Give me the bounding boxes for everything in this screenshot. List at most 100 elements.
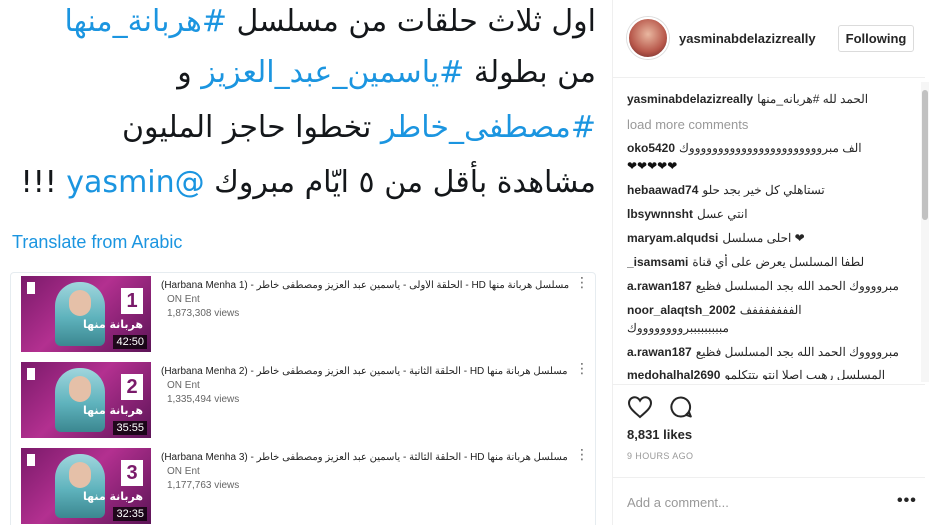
video-title[interactable]: (Harbana Menha 3) - الحلقة الثالثة - ياس… [161,452,581,463]
video-duration: 32:35 [113,507,147,521]
thumbnail-caption: هربانة منها [82,404,143,417]
comment-text: الفففففففف [739,303,802,317]
post-timestamp: 9 HOURS AGO [627,451,694,461]
tweet-hashtag[interactable]: #ياسمين_عبد_العزيز [201,55,464,90]
comment-text: مبببببببببرووووووووك [627,321,729,335]
episode-number: 3 [121,460,143,486]
tweet-text-segment: !!! [20,165,67,200]
more-vert-icon[interactable]: ⋮ [575,276,589,290]
comment-row: maryam.alqudsi احلى مسلسل ❤ [627,230,917,246]
comment-username[interactable]: a.rawan187 [627,345,692,359]
video-views: 1,335,494 views [167,394,240,405]
comment-username[interactable]: noor_alaqtsh_2002 [627,303,736,317]
channel-logo-icon [27,454,35,466]
episode-number: 1 [121,288,143,314]
translate-link[interactable]: Translate from Arabic [12,232,182,253]
video-thumbnail[interactable]: 1 هربانة منها 42:50 [21,276,151,352]
comment-row: medohalhal2690 المسلسل رهيب اصلا انتو بتت… [627,367,917,380]
more-vert-icon[interactable]: ⋮ [575,362,589,376]
comment-text: تستاهلي كل خير بجد حلو [702,183,825,197]
tweet-line-3: #مصطفى_خاطر تخطوا حاجز المليون [122,108,596,148]
load-more-comments[interactable]: load more comments [627,117,748,132]
scrollbar-thumb[interactable] [922,90,928,220]
comment-text: احلى مسلسل ❤ [722,231,805,245]
comment-text: انتي عسل [697,207,748,221]
heart-icon[interactable] [627,395,653,419]
thumbnail-face [69,290,91,316]
comment-row: noor_alaqtsh_2002 الفففففففف [627,302,917,318]
tweet-text-segment: اول ثلاث حلقات من مسلسل [227,4,596,39]
comment-username[interactable]: hebaawad74 [627,183,698,197]
tweet-text-segment: مشاهدة بأقل من ٥ ايّام مبروك [204,165,596,200]
video-duration: 42:50 [113,335,147,349]
thumbnail-face [69,376,91,402]
comment-username[interactable]: a.rawan187 [627,279,692,293]
video-thumbnail[interactable]: 2 هربانة منها 35:55 [21,362,151,438]
instagram-post-view: اول ثلاث حلقات من مسلسل #هربانة_منها من … [0,0,937,525]
comment-text: مبرووووك الحمد الله بجد المسلسل فظيع [695,279,899,293]
post-header: yasminabdelazizreally Following [613,0,925,78]
episode-number: 2 [121,374,143,400]
video-thumbnail[interactable]: 3 هربانة منها 32:35 [21,448,151,524]
comment-row: مبببببببببرووووووووك [627,320,917,336]
tweet-hashtag[interactable]: #مصطفى_خاطر [381,110,596,145]
comment-row: hebaawad74 تستاهلي كل خير بجد حلو [627,182,917,198]
thumbnail-face [69,462,91,488]
likes-count[interactable]: 8,831 likes [627,427,692,442]
comment-username[interactable]: _isamsami [627,255,688,269]
comment-text: المسلسل رهيب اصلا انتو بتتكلمو [724,368,886,380]
comment-text: ❤❤❤❤❤ [627,159,678,173]
comment-row: _isamsami لطفا المسلسل يعرض على أي قناة [627,254,917,270]
comments-scrollbar[interactable] [921,82,929,382]
comment-text: الحمد لله #هربانه_منها [757,92,869,106]
comment-text: لطفا المسلسل يعرض على أي قناة [692,255,865,269]
comment-username[interactable]: yasminabdelazizreally [627,92,753,106]
comment-row: ❤❤❤❤❤ [627,158,917,174]
video-item[interactable]: 1 هربانة منها 42:50 (Harbana Menha 1) - … [21,276,591,352]
video-channel[interactable]: ON Ent [167,466,200,477]
tweet-text-segment: و [177,55,202,90]
channel-logo-icon [27,368,35,380]
comment-text: مبرووووك الحمد الله بجد المسلسل فظيع [695,345,899,359]
following-button[interactable]: Following [838,25,914,52]
add-comment-input[interactable] [627,490,867,514]
thumbnail-caption: هربانة منها [82,318,143,331]
video-item[interactable]: 3 هربانة منها 32:35 (Harbana Menha 3) - … [21,448,591,524]
channel-logo-icon [27,282,35,294]
video-title[interactable]: (Harbana Menha 1) - الحلقة الأولى - ياسم… [161,280,581,291]
comment-bubble-icon[interactable] [669,395,693,419]
avatar[interactable] [627,17,669,59]
comment-row: yasminabdelazizreally الحمد لله #هربانه_م… [627,91,917,107]
comment-username[interactable]: medohalhal2690 [627,368,720,380]
tweet-line-2: من بطولة #ياسمين_عبد_العزيز و [177,53,596,93]
comment-row: a.rawan187 مبرووووك الحمد الله بجد المسلس… [627,344,917,360]
thumbnail-caption: هربانة منها [82,490,143,503]
post-side-panel: yasminabdelazizreally Following yasminab… [612,0,929,525]
comment-username[interactable]: maryam.alqudsi [627,231,718,245]
comment-username[interactable]: oko5420 [627,141,675,155]
add-comment-bar: ••• [613,477,925,525]
video-channel[interactable]: ON Ent [167,380,200,391]
more-vert-icon[interactable]: ⋮ [575,448,589,462]
video-title[interactable]: (Harbana Menha 2) - الحلقة الثانية - ياس… [161,366,581,377]
comment-row: lbsywnnsht انتي عسل [627,206,917,222]
comment-row: a.rawan187 مبرووووك الحمد الله بجد المسلس… [627,278,917,294]
author-username[interactable]: yasminabdelazizreally [679,31,816,46]
comment-row: oko5420 الف مبروووووووووووووووووووووووك [627,140,917,156]
comments-list: yasminabdelazizreally الحمد لله #هربانه_م… [627,88,917,380]
tweet-line-1: اول ثلاث حلقات من مسلسل #هربانة_منها [64,2,596,42]
video-views: 1,873,308 views [167,308,240,319]
tweet-line-4: مشاهدة بأقل من ٥ ايّام مبروك @yasmin !!! [21,163,596,203]
youtube-playlist-card: 1 هربانة منها 42:50 (Harbana Menha 1) - … [10,272,596,525]
tweet-text-segment: من بطولة [464,55,596,90]
comment-text: الف مبروووووووووووووووووووووووك [679,141,862,155]
video-item[interactable]: 2 هربانة منها 35:55 (Harbana Menha 2) - … [21,362,591,438]
post-media[interactable]: اول ثلاث حلقات من مسلسل #هربانة_منها من … [0,0,612,525]
tweet-hashtag[interactable]: #هربانة_منها [64,4,227,39]
video-duration: 35:55 [113,421,147,435]
video-channel[interactable]: ON Ent [167,294,200,305]
tweet-hashtag[interactable]: @yasmin [66,165,204,200]
more-options-icon[interactable]: ••• [897,492,917,510]
comment-username[interactable]: lbsywnnsht [627,207,693,221]
video-views: 1,177,763 views [167,480,240,491]
